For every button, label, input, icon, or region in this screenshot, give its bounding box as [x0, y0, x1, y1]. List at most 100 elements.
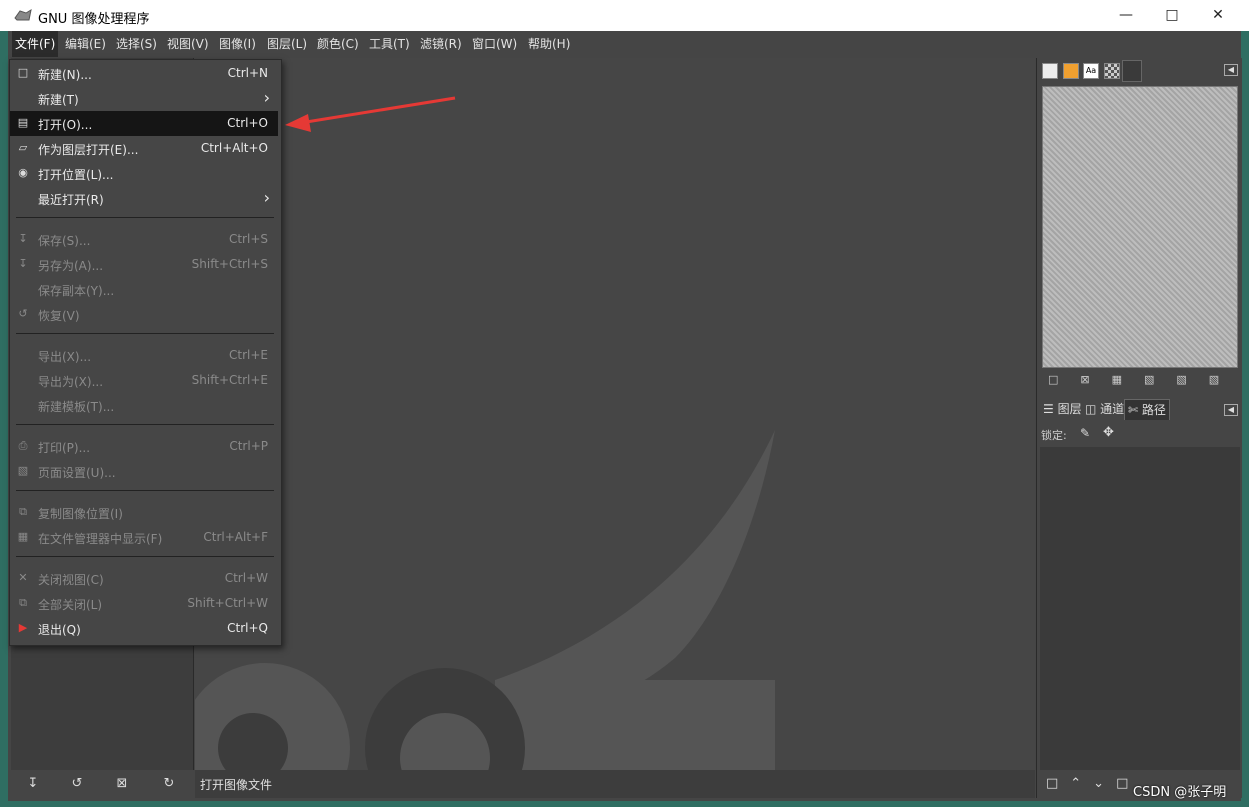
dock-menu-icon-2[interactable]: ◀ — [1224, 404, 1238, 416]
menu-item-label: 关闭视图(C) — [38, 573, 104, 587]
menu-item-open[interactable]: ▤ 打开(O)... Ctrl+O — [10, 111, 278, 136]
restore-icon[interactable]: ↺ — [68, 776, 86, 792]
pattern-actions-icon[interactable]: □⊠▦▧▧▧ — [1048, 373, 1241, 386]
menu-layer[interactable]: 图层(L) — [264, 31, 310, 57]
menu-item-shortcut: Ctrl+E — [229, 348, 268, 362]
menu-item-new[interactable]: □ 新建(N)... Ctrl+N — [10, 61, 278, 86]
menu-item-open-as-layers[interactable]: ▱ 作为图层打开(E)... Ctrl+Alt+O — [10, 136, 278, 161]
save-options-icon[interactable]: ↧ — [24, 776, 42, 792]
maximize-icon[interactable]: □ — [1149, 0, 1195, 31]
font-tab-icon[interactable]: Aa — [1083, 63, 1099, 79]
menu-separator — [16, 556, 274, 557]
menu-item-label: 导出(X)... — [38, 350, 92, 364]
menu-item-save-as[interactable]: ↧ 另存为(A)... Shift+Ctrl+S — [10, 252, 278, 277]
menu-tools[interactable]: 工具(T) — [366, 31, 413, 57]
tab-channels-label: 通道 — [1100, 402, 1125, 416]
menu-item-shortcut: Ctrl+Q — [227, 621, 268, 635]
pattern-preview[interactable] — [1042, 86, 1238, 368]
menu-item-label: 复制图像位置(I) — [38, 507, 123, 521]
menu-colors[interactable]: 颜色(C) — [314, 31, 362, 57]
page-setup-icon: ▧ — [17, 464, 29, 477]
menu-item-label: 保存副本(Y)... — [38, 284, 115, 298]
quit-icon: ▶ — [18, 621, 28, 634]
open-file-icon: ▤ — [17, 116, 29, 129]
menu-select[interactable]: 选择(S) — [113, 31, 160, 57]
new-document-icon: □ — [17, 66, 29, 79]
tab-layers[interactable]: ☰ 图层 — [1040, 399, 1085, 419]
globe-icon: ◉ — [18, 166, 28, 179]
menu-item-label: 在文件管理器中显示(F) — [38, 532, 163, 546]
menu-item-show-in-file-manager[interactable]: ▦ 在文件管理器中显示(F) Ctrl+Alt+F — [10, 525, 278, 550]
menu-item-label: 全部关闭(L) — [38, 598, 103, 612]
tab-paths-label: 路径 — [1141, 403, 1166, 417]
brush-tab-icon[interactable] — [1042, 63, 1058, 79]
annotation-arrow-icon — [285, 96, 456, 132]
menu-item-copy-location[interactable]: ⧉ 复制图像位置(I) — [10, 500, 278, 525]
menu-item-close-all[interactable]: ⧉ 全部关闭(L) Shift+Ctrl+W — [10, 591, 278, 616]
menu-view[interactable]: 视图(V) — [164, 31, 212, 57]
lock-position-icon[interactable]: ✥ — [1103, 425, 1114, 440]
menu-item-create-template[interactable]: 新建模板(T)... — [10, 393, 278, 418]
menu-item-shortcut: Ctrl+Alt+O — [200, 141, 268, 155]
paths-list[interactable] — [1040, 447, 1240, 770]
tab-paths[interactable]: ✄ 路径 — [1124, 399, 1170, 420]
pattern-tab-icon[interactable] — [1063, 63, 1079, 79]
menu-item-shortcut: Ctrl+W — [224, 571, 268, 585]
menu-item-quit[interactable]: ▶ 退出(Q) Ctrl+Q — [10, 616, 278, 641]
menu-item-shortcut: Ctrl+N — [227, 66, 268, 80]
menu-item-save[interactable]: ↧ 保存(S)... Ctrl+S — [10, 227, 278, 252]
menu-item-shortcut: Shift+Ctrl+W — [187, 596, 268, 610]
menu-item-label: 新建(N)... — [38, 68, 92, 82]
reset-icon[interactable]: ↻ — [160, 776, 178, 792]
menu-file[interactable]: 文件(F) — [12, 31, 59, 57]
menu-item-label: 导出为(X)... — [38, 375, 104, 389]
paths-actions-icon[interactable]: □⌃⌄□ — [1046, 776, 1140, 791]
menu-item-revert[interactable]: ↺ 恢复(V) — [10, 302, 278, 327]
menu-item-shortcut: Shift+Ctrl+E — [191, 373, 268, 387]
menu-windows[interactable]: 窗口(W) — [469, 31, 520, 57]
document-tab-icon[interactable] — [1104, 63, 1120, 79]
menu-item-export-as[interactable]: 导出为(X)... Shift+Ctrl+E — [10, 368, 278, 393]
window-title: GNU 图像处理程序 — [38, 12, 150, 27]
gimp-logo-icon — [14, 8, 32, 22]
close-window-icon[interactable]: ✕ — [1195, 0, 1241, 31]
revert-icon: ↺ — [18, 307, 28, 320]
menu-filters[interactable]: 滤镜(R) — [417, 31, 465, 57]
dock-menu-icon[interactable]: ◀ — [1224, 64, 1238, 76]
menu-item-close-view[interactable]: ✕ 关闭视图(C) Ctrl+W — [10, 566, 278, 591]
layers-icon: ▱ — [18, 141, 28, 154]
close-all-icon: ⧉ — [19, 596, 27, 609]
menu-item-shortcut: Ctrl+P — [229, 439, 268, 453]
active-dock-tab[interactable] — [1122, 60, 1142, 82]
file-manager-icon: ▦ — [17, 530, 29, 543]
menu-item-open-location[interactable]: ◉ 打开位置(L)... — [10, 161, 278, 186]
image-canvas[interactable] — [195, 58, 1035, 770]
menu-item-print[interactable]: ⎙ 打印(P)... Ctrl+P — [10, 434, 278, 459]
menu-item-label: 恢复(V) — [38, 309, 80, 323]
minimize-icon[interactable]: — — [1103, 0, 1149, 31]
menu-help[interactable]: 帮助(H) — [525, 31, 573, 57]
menu-item-open-recent[interactable]: 最近打开(R) › — [10, 186, 278, 211]
menu-item-save-copy[interactable]: 保存副本(Y)... — [10, 277, 278, 302]
delete-icon[interactable]: ⊠ — [113, 776, 131, 792]
menu-item-page-setup[interactable]: ▧ 页面设置(U)... — [10, 459, 278, 484]
tab-channels[interactable]: ◫ 通道 — [1082, 399, 1127, 419]
menu-image[interactable]: 图像(I) — [216, 31, 259, 57]
menu-item-export[interactable]: 导出(X)... Ctrl+E — [10, 343, 278, 368]
chevron-right-icon: › — [263, 188, 270, 207]
tab-layers-label: 图层 — [1057, 402, 1082, 416]
menu-item-label: 新建(T) — [38, 93, 79, 107]
lock-paths-icon[interactable]: ✎ — [1080, 426, 1090, 440]
menu-separator — [16, 333, 274, 334]
menu-item-label: 新建模板(T)... — [38, 400, 115, 414]
menu-item-label: 退出(Q) — [38, 623, 81, 637]
title-bar — [0, 0, 1249, 31]
menu-edit[interactable]: 编辑(E) — [62, 31, 109, 57]
menu-item-create[interactable]: 新建(T) › — [10, 86, 278, 111]
close-icon: ✕ — [18, 571, 28, 584]
menu-item-label: 保存(S)... — [38, 234, 91, 248]
save-icon: ↧ — [18, 232, 28, 245]
menu-item-shortcut: Ctrl+S — [228, 232, 268, 246]
save-as-icon: ↧ — [18, 257, 28, 270]
menu-separator — [16, 490, 274, 491]
